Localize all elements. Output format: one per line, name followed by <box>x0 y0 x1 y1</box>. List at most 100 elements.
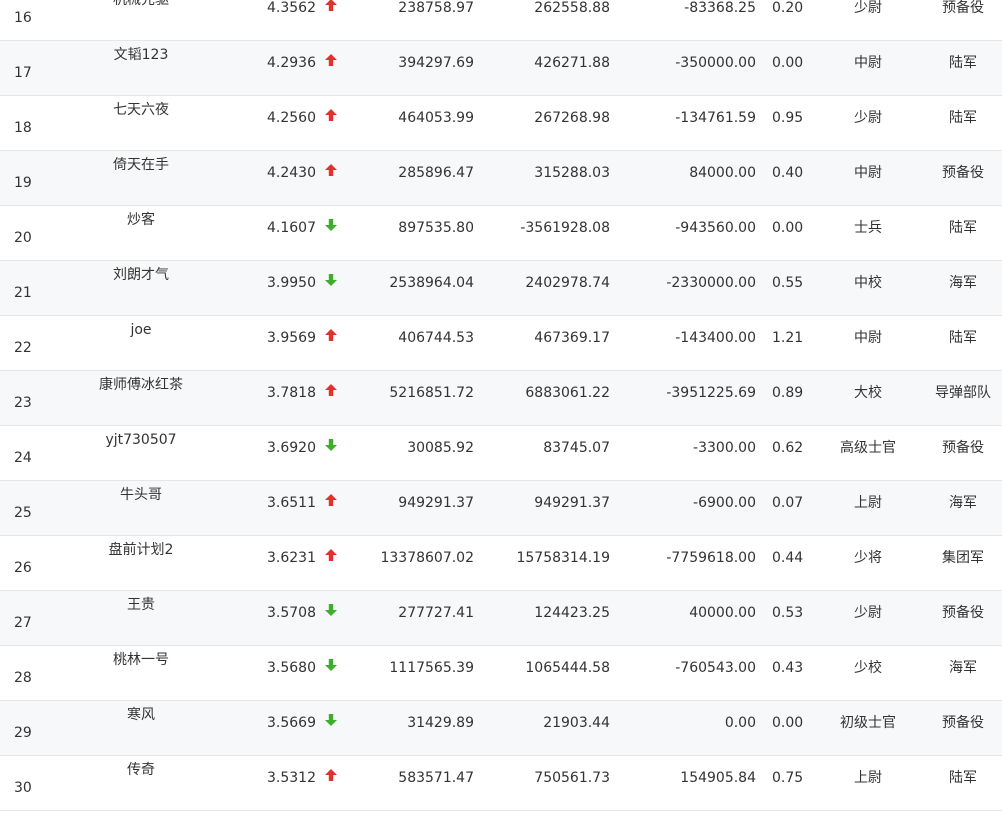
value-1: 238758.97 <box>398 0 474 16</box>
value-3: -143400.00 <box>675 330 756 346</box>
value-3: 40000.00 <box>689 605 756 621</box>
value-2: 949291.37 <box>534 495 610 511</box>
corps-name: 导弹部队 <box>935 385 991 401</box>
player-name[interactable]: yjt730507 <box>60 430 222 450</box>
row-rank: 18 <box>14 120 32 136</box>
table-row[interactable]: 26 盘前计划2 3.6231 13378607.02 15758314.19 -7759… <box>0 536 1002 591</box>
table-row[interactable]: 22 joe 3.9569 406744.53 467369.17 -143400.00 1… <box>0 316 1002 371</box>
table-row[interactable]: 18 七天六夜 4.2560 464053.99 267268.98 -134761.59… <box>0 96 1002 151</box>
arrow-up-icon <box>324 0 338 12</box>
ratio-value: 0.00 <box>772 55 804 71</box>
table-row[interactable]: 19 倚天在手 4.2430 285896.47 315288.03 84000.00 0.… <box>0 151 1002 206</box>
row-rank: 30 <box>14 780 32 796</box>
table-row[interactable]: 24 yjt730507 3.6920 30085.92 83745.07 -3300.0… <box>0 426 1002 481</box>
value-3: 0.00 <box>724 715 756 731</box>
arrow-up-icon <box>324 548 338 562</box>
value-1: 406744.53 <box>398 330 474 346</box>
ratio-value: 0.40 <box>772 165 804 181</box>
score-value: 3.9950 <box>267 275 316 291</box>
score-value: 4.2936 <box>267 55 316 71</box>
corps-name: 预备役 <box>942 440 984 456</box>
arrow-down-icon <box>324 273 338 287</box>
arrow-down-icon <box>324 438 338 452</box>
row-rank: 23 <box>14 395 32 411</box>
value-2: 267268.98 <box>534 110 610 126</box>
value-1: 31429.89 <box>407 715 474 731</box>
value-1: 897535.80 <box>398 220 474 236</box>
row-rank: 22 <box>14 340 32 356</box>
player-name[interactable]: 康师傅冰红茶 <box>60 375 222 395</box>
table-row[interactable]: 17 文韬123 4.2936 394297.69 426271.88 -350000.0… <box>0 41 1002 96</box>
table-row[interactable]: 23 康师傅冰红茶 3.7818 5216851.72 6883061.22 -39512… <box>0 371 1002 426</box>
military-rank: 少尉 <box>854 0 882 16</box>
corps-name: 预备役 <box>942 165 984 181</box>
player-name[interactable]: 桃林一号 <box>60 650 222 670</box>
ratio-value: 0.43 <box>772 660 804 676</box>
ratio-value: 0.07 <box>772 495 804 511</box>
player-name[interactable]: 七天六夜 <box>60 100 222 120</box>
military-rank: 大校 <box>854 385 882 401</box>
value-1: 583571.47 <box>398 770 474 786</box>
corps-name: 海军 <box>949 660 977 676</box>
table-row[interactable]: 21 刘朗才气 3.9950 2538964.04 2402978.74 -2330000… <box>0 261 1002 316</box>
player-name[interactable]: 王贵 <box>60 595 222 615</box>
ratio-value: 0.75 <box>772 770 804 786</box>
arrow-up-icon <box>324 768 338 782</box>
value-1: 464053.99 <box>398 110 474 126</box>
table-row[interactable]: 30 传奇 3.5312 583571.47 750561.73 154905.84 0.7… <box>0 756 1002 811</box>
score-value: 3.6231 <box>267 550 316 566</box>
table-row[interactable]: 29 寒风 3.5669 31429.89 21903.44 0.00 0.00 初级士官 预备… <box>0 701 1002 756</box>
corps-name: 集团军 <box>942 550 984 566</box>
row-rank: 16 <box>14 10 32 26</box>
row-rank: 24 <box>14 450 32 466</box>
player-name[interactable]: 机械先驱 <box>60 0 222 10</box>
player-name[interactable]: 炒客 <box>60 210 222 230</box>
value-2: 315288.03 <box>534 165 610 181</box>
value-1: 394297.69 <box>398 55 474 71</box>
military-rank: 少校 <box>854 660 882 676</box>
table-row[interactable]: 27 王贵 3.5708 277727.41 124423.25 40000.00 0.53… <box>0 591 1002 646</box>
arrow-up-icon <box>324 383 338 397</box>
table-row[interactable]: 16 机械先驱 4.3562 238758.97 262558.88 -83368.25 0… <box>0 0 1002 41</box>
value-3: -134761.59 <box>675 110 756 126</box>
value-2: 15758314.19 <box>516 550 610 566</box>
arrow-up-icon <box>324 108 338 122</box>
value-3: -943560.00 <box>675 220 756 236</box>
ratio-value: 0.89 <box>772 385 804 401</box>
military-rank: 中尉 <box>854 55 882 71</box>
military-rank: 上尉 <box>854 495 882 511</box>
row-rank: 20 <box>14 230 32 246</box>
arrow-down-icon <box>324 603 338 617</box>
table-row[interactable]: 25 牛头哥 3.6511 949291.37 949291.37 -6900.00 0.0… <box>0 481 1002 536</box>
player-name[interactable]: 盘前计划2 <box>60 540 222 560</box>
player-name[interactable]: 牛头哥 <box>60 485 222 505</box>
value-2: 6883061.22 <box>525 385 610 401</box>
row-rank: 28 <box>14 670 32 686</box>
table-row[interactable]: 28 桃林一号 3.5680 1117565.39 1065444.58 -760543.… <box>0 646 1002 701</box>
value-3: 84000.00 <box>689 165 756 181</box>
value-1: 277727.41 <box>398 605 474 621</box>
ratio-value: 0.20 <box>772 0 804 16</box>
value-1: 1117565.39 <box>389 660 474 676</box>
player-name[interactable]: 寒风 <box>60 705 222 725</box>
value-2: 426271.88 <box>534 55 610 71</box>
military-rank: 少将 <box>854 550 882 566</box>
corps-name: 陆军 <box>949 220 977 236</box>
corps-name: 陆军 <box>949 55 977 71</box>
player-name[interactable]: joe <box>60 320 222 340</box>
military-rank: 中尉 <box>854 165 882 181</box>
value-1: 5216851.72 <box>389 385 474 401</box>
ratio-value: 0.00 <box>772 220 804 236</box>
corps-name: 陆军 <box>949 330 977 346</box>
ranking-table: 16 机械先驱 4.3562 238758.97 262558.88 -83368.25 0… <box>0 0 1002 815</box>
military-rank: 少尉 <box>854 605 882 621</box>
player-name[interactable]: 传奇 <box>60 760 222 780</box>
table-row[interactable]: 20 炒客 4.1607 897535.80 -3561928.08 -943560.00… <box>0 206 1002 261</box>
player-name[interactable]: 倚天在手 <box>60 155 222 175</box>
player-name[interactable]: 文韬123 <box>60 45 222 65</box>
arrow-down-icon <box>324 713 338 727</box>
player-name[interactable]: 刘朗才气 <box>60 265 222 285</box>
value-1: 2538964.04 <box>389 275 474 291</box>
row-rank: 29 <box>14 725 32 741</box>
value-3: -7759618.00 <box>666 550 756 566</box>
